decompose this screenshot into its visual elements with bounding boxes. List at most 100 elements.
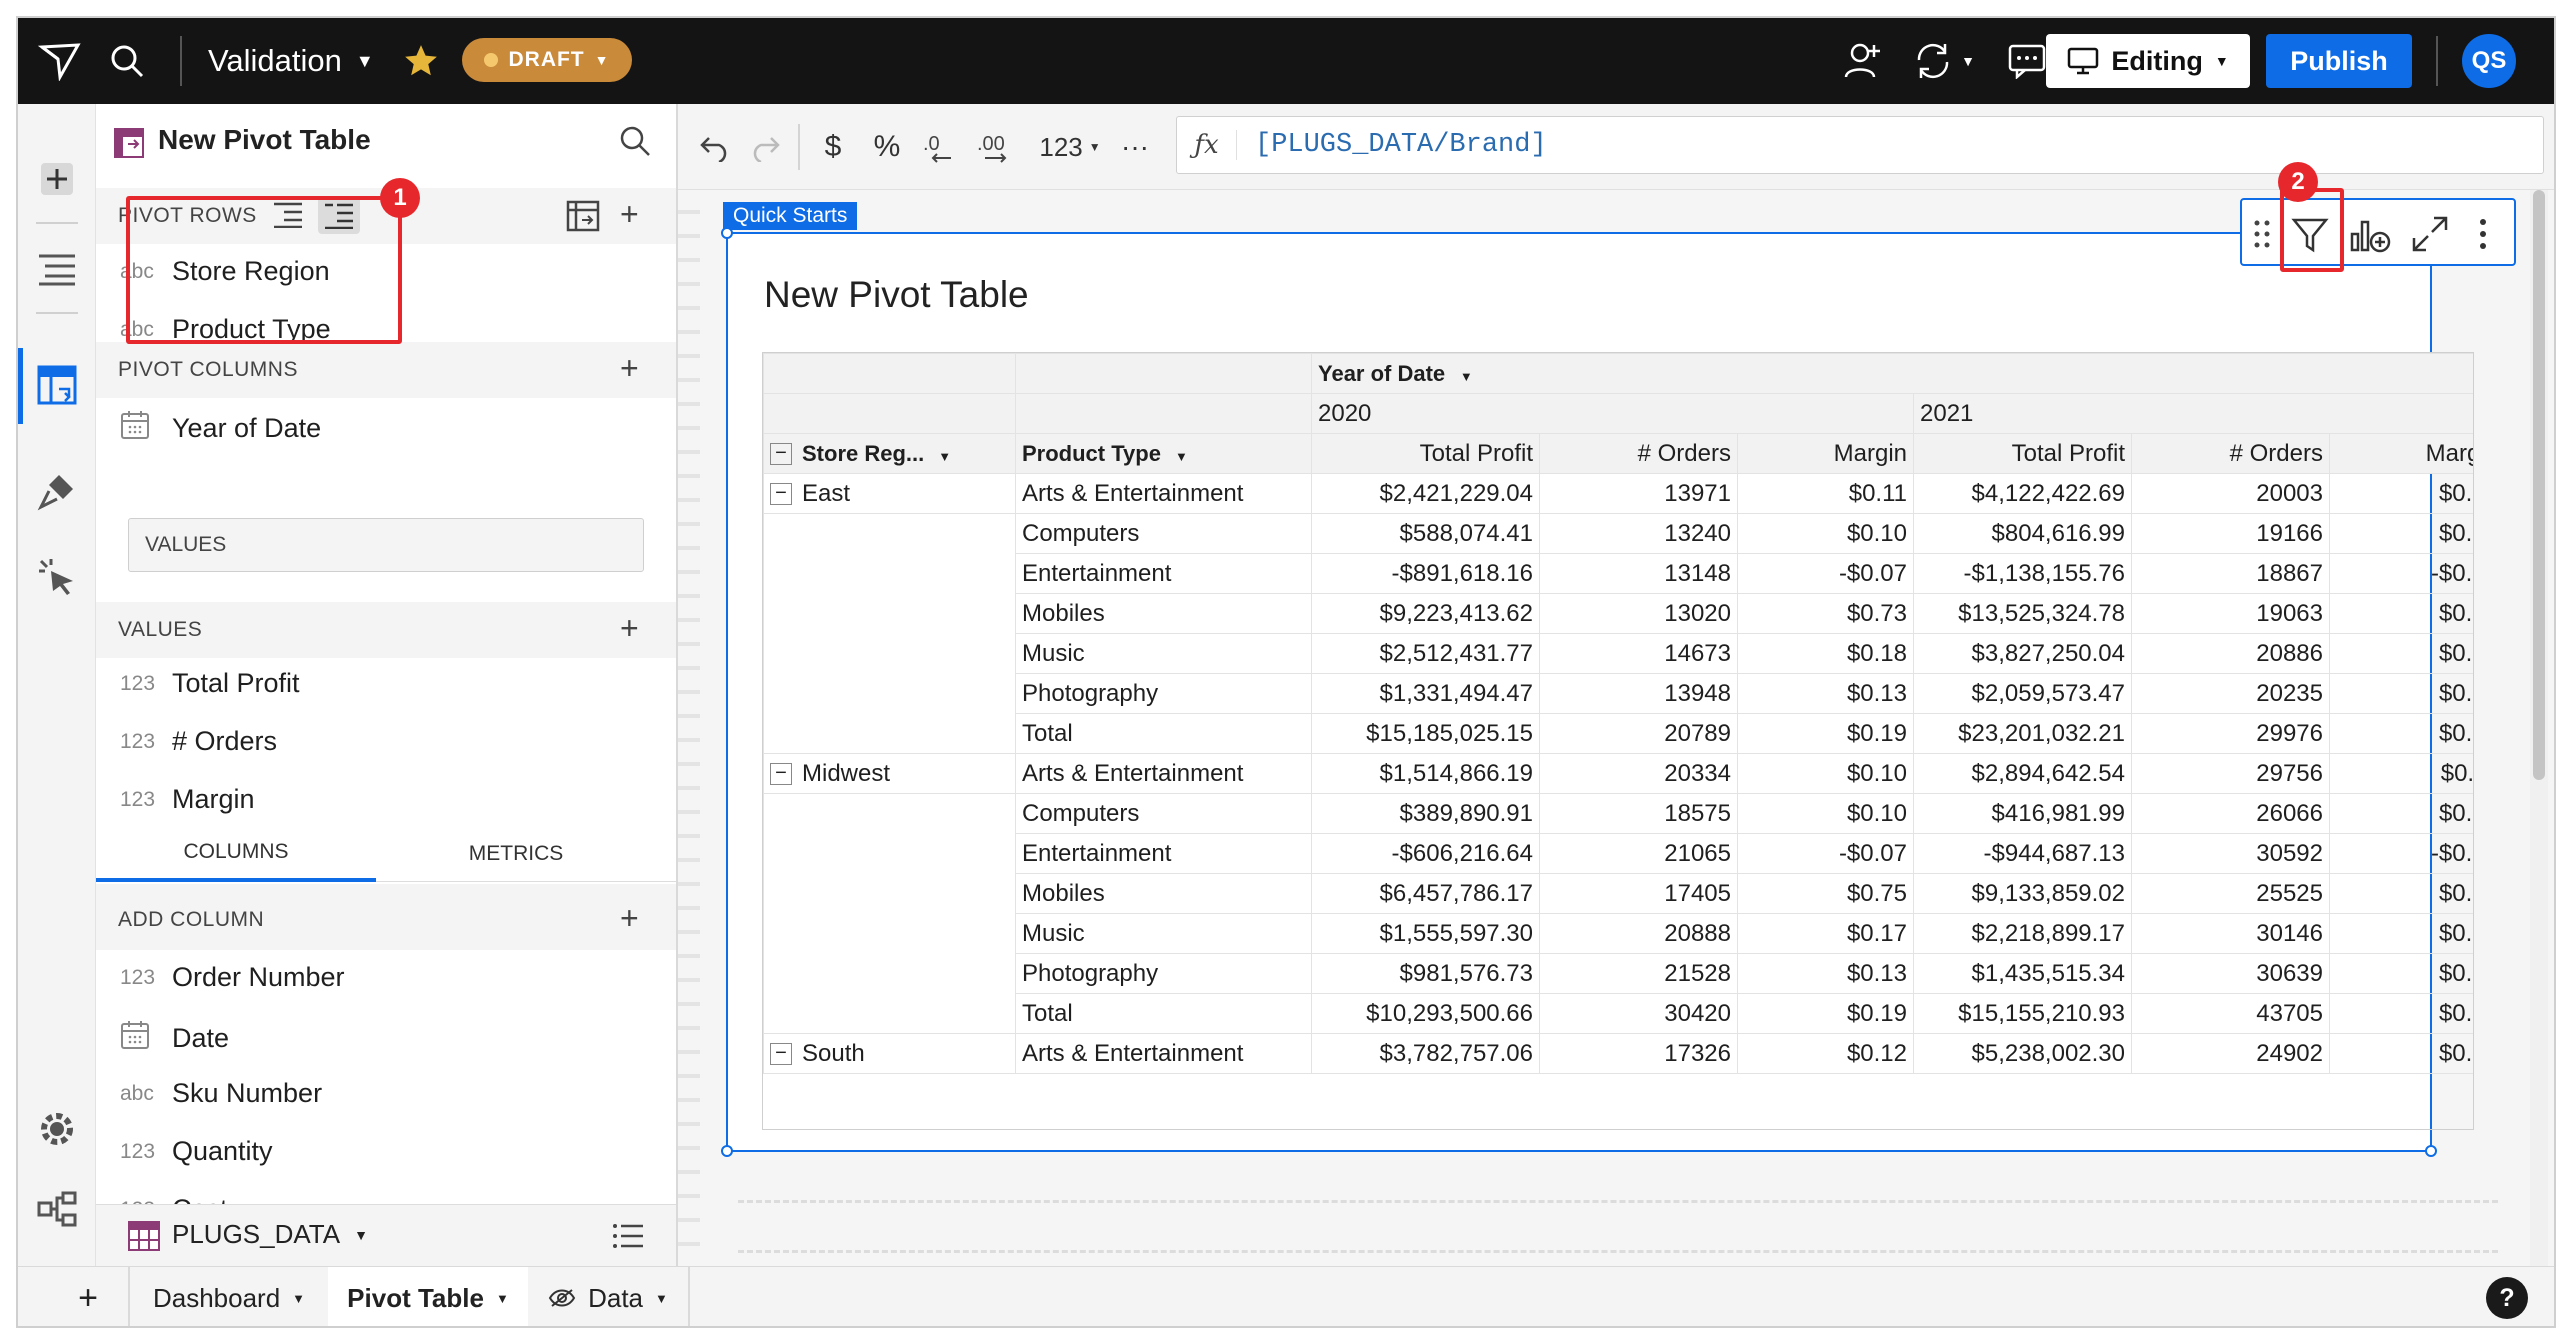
value-cell: $0.19 — [2329, 633, 2473, 674]
pivot-column-field[interactable]: Year of Date — [120, 410, 321, 446]
pivot-settings-icon[interactable] — [566, 200, 600, 232]
number-format-menu[interactable]: 123 ▼ — [1032, 122, 1108, 172]
table-cell — [1015, 393, 1312, 434]
tab-data[interactable]: Data ▼ — [528, 1267, 688, 1326]
drag-handle-icon[interactable] — [2252, 218, 2272, 250]
column-field[interactable]: 123 Order Number — [120, 962, 345, 993]
tab-metrics[interactable]: METRICS — [376, 826, 656, 882]
chart-add-icon[interactable] — [2348, 212, 2392, 256]
list-view-icon[interactable] — [612, 1223, 646, 1251]
user-avatar[interactable]: QS — [2462, 34, 2516, 88]
tab-columns[interactable]: COLUMNS — [96, 826, 376, 882]
row-header-product-type[interactable]: Product Type ▼ — [1015, 433, 1312, 474]
settings-gear-icon[interactable] — [32, 1104, 82, 1154]
search-icon[interactable] — [104, 38, 150, 84]
collapse-icon[interactable]: − — [770, 483, 792, 506]
column-field[interactable]: 123 Quantity — [120, 1136, 273, 1167]
app-logo-icon[interactable] — [36, 38, 84, 84]
currency-format-button[interactable]: $ — [810, 122, 856, 172]
add-page-button[interactable]: + — [68, 1267, 108, 1326]
draft-status-badge[interactable]: DRAFT ▼ — [462, 38, 632, 82]
number-format-label: 123 — [1039, 131, 1083, 162]
number-type-icon: 123 — [120, 671, 156, 695]
undo-icon[interactable] — [692, 122, 738, 172]
search-icon[interactable] — [618, 124, 658, 164]
add-user-icon[interactable] — [1838, 38, 1888, 84]
favorite-star-icon[interactable] — [398, 38, 444, 84]
value-field[interactable]: 123 Margin — [120, 784, 255, 815]
function-icon: ƒx — [1177, 130, 1237, 160]
help-button[interactable]: ? — [2486, 1277, 2528, 1319]
measure-header: # Orders — [2131, 433, 2330, 474]
field-name: Date — [172, 1022, 230, 1053]
product-type-cell: Computers — [1015, 513, 1312, 554]
table-row: Photography $981,576.73 21528 $0.13 $1,435,5… — [763, 953, 2473, 994]
formula-bar[interactable]: ƒx [PLUGS_DATA/Brand] — [1176, 116, 2544, 174]
outline-icon[interactable] — [32, 244, 82, 294]
element-properties-icon[interactable] — [32, 360, 82, 410]
collapse-icon[interactable]: − — [770, 1043, 792, 1066]
value-cell: 20003 — [2131, 473, 2330, 514]
actions-cursor-icon[interactable] — [32, 552, 82, 602]
value-cell: 18867 — [2131, 553, 2330, 594]
value-cell: $0.73 — [1737, 593, 1914, 634]
data-source-menu[interactable]: PLUGS_DATA ▼ — [172, 1219, 368, 1250]
document-title-menu[interactable]: Validation ▼ — [208, 38, 374, 84]
resize-handle[interactable] — [721, 227, 733, 239]
region-cell[interactable]: − East — [763, 473, 1016, 514]
resize-handle[interactable] — [2425, 1145, 2437, 1157]
vertical-scrollbar[interactable] — [2530, 190, 2548, 1266]
increase-decimal-icon[interactable]: .00 — [972, 122, 1022, 172]
product-type-cell: Mobiles — [1015, 593, 1312, 634]
pivot-grid: Year of Date ▼202020212022−Store Reg...▼… — [763, 353, 2473, 1074]
kebab-menu-icon[interactable] — [2468, 216, 2498, 252]
element-title[interactable]: New Pivot Table — [158, 124, 371, 156]
field-name: Sku Number — [172, 1078, 323, 1108]
expand-icon[interactable] — [2408, 212, 2452, 256]
more-options-icon[interactable]: ··· — [1112, 122, 1158, 172]
add-value-button[interactable]: + — [620, 612, 639, 644]
container-label[interactable]: Quick Starts — [723, 202, 858, 230]
value-cell: 13148 — [1539, 553, 1738, 594]
divider — [180, 36, 182, 86]
value-field[interactable]: 123 # Orders — [120, 726, 277, 757]
decrease-decimal-icon[interactable]: .0 — [918, 122, 964, 172]
add-pivot-row-button[interactable]: + — [620, 198, 639, 230]
value-field[interactable]: 123 Total Profit — [120, 668, 300, 699]
product-type-cell: Total — [1015, 993, 1312, 1034]
percent-format-button[interactable]: % — [864, 122, 910, 172]
add-pivot-column-button[interactable]: + — [620, 352, 639, 384]
tab-pivot-table[interactable]: Pivot Table ▼ — [328, 1267, 528, 1326]
column-field-header[interactable]: Year of Date ▼ — [1310, 353, 2473, 394]
editing-mode-button[interactable]: Editing ▼ — [2046, 34, 2250, 88]
scrollbar-thumb[interactable] — [2533, 190, 2545, 780]
format-brush-icon[interactable] — [32, 466, 82, 516]
product-type-cell: Music — [1015, 633, 1312, 674]
publish-button[interactable]: Publish — [2266, 34, 2412, 88]
collapse-icon[interactable]: − — [770, 443, 792, 466]
row-header-store-region[interactable]: − Store Reg... ▼ — [763, 433, 1016, 474]
redo-icon[interactable] — [742, 122, 788, 172]
tab-dashboard[interactable]: Dashboard ▼ — [130, 1267, 328, 1326]
comments-icon[interactable] — [2002, 38, 2052, 84]
callout-badge-1: 1 — [380, 178, 420, 218]
pivot-table-element[interactable]: New Pivot Table Year of Date ▼2020202120… — [721, 227, 2474, 1157]
region-cell — [763, 873, 1016, 914]
sync-menu[interactable]: ▼ — [1904, 38, 1984, 84]
data-lineage-icon[interactable] — [32, 1184, 82, 1234]
add-column-button[interactable]: + — [620, 902, 639, 934]
region-cell[interactable]: − Midwest — [763, 753, 1016, 794]
region-cell[interactable]: − South — [763, 1033, 1016, 1074]
column-field[interactable]: Date — [120, 1020, 229, 1056]
region-cell — [763, 513, 1016, 554]
collapse-icon[interactable]: − — [770, 763, 792, 786]
column-field-name: Year of Date — [1318, 360, 1446, 386]
chevron-down-icon: ▼ — [1174, 448, 1188, 464]
value-cell: 17326 — [1539, 1033, 1738, 1074]
column-field[interactable]: abc Sku Number — [120, 1078, 322, 1109]
values-dropzone[interactable]: VALUES — [128, 518, 644, 572]
add-element-icon[interactable] — [32, 154, 82, 204]
pivot-title[interactable]: New Pivot Table — [764, 274, 1029, 316]
region-label: Midwest — [802, 759, 891, 787]
resize-handle[interactable] — [721, 1145, 733, 1157]
